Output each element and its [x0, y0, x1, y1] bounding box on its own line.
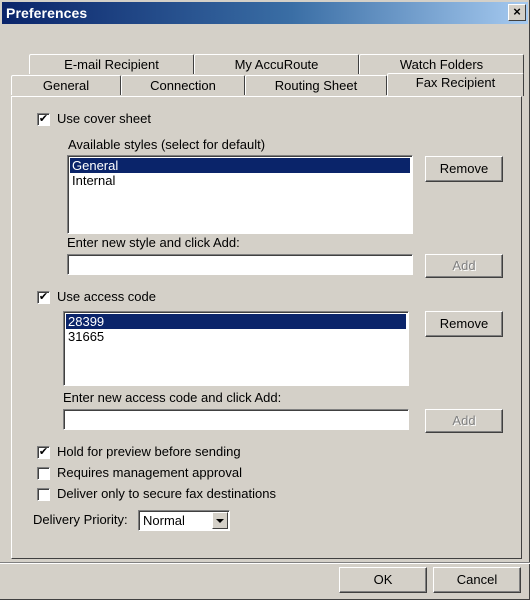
fax-recipient-panel: ✔ Use cover sheet Available styles (sele… — [11, 96, 522, 559]
tab-email-recipient[interactable]: E-mail Recipient — [29, 54, 194, 74]
remove-access-code-button[interactable]: Remove — [425, 311, 503, 337]
add-style-button[interactable]: Add — [425, 254, 503, 278]
available-styles-label: Available styles (select for default) — [68, 137, 266, 152]
cancel-button[interactable]: Cancel — [433, 567, 521, 593]
hold-preview-checkbox[interactable]: ✔ — [37, 446, 50, 459]
tab-label: E-mail Recipient — [64, 57, 159, 72]
tab-label: My AccuRoute — [234, 57, 319, 72]
management-approval-checkbox[interactable] — [37, 467, 50, 480]
tab-label: Connection — [150, 78, 216, 93]
list-item[interactable]: General — [70, 158, 410, 173]
select-value: Normal — [143, 513, 185, 528]
button-label: Add — [452, 413, 476, 428]
close-button[interactable]: × — [508, 4, 526, 21]
title-bar[interactable]: Preferences × — [2, 2, 528, 24]
new-access-code-label: Enter new access code and click Add: — [63, 390, 282, 405]
tab-routing-sheet[interactable]: Routing Sheet — [245, 75, 387, 95]
button-label: Remove — [439, 316, 489, 331]
use-access-code-label: Use access code — [57, 289, 156, 304]
button-label: Remove — [439, 161, 489, 176]
close-icon: × — [513, 4, 521, 19]
dialog-title: Preferences — [6, 5, 88, 21]
list-item[interactable]: Internal — [70, 173, 410, 188]
remove-style-button[interactable]: Remove — [425, 156, 503, 182]
new-access-code-input[interactable] — [63, 409, 409, 430]
preferences-dialog: Preferences × E-mail Recipient My AccuRo… — [0, 0, 530, 600]
tab-label: Watch Folders — [399, 57, 484, 72]
tab-label: Fax Recipient — [415, 75, 496, 90]
tab-watch-folders[interactable]: Watch Folders — [359, 54, 524, 74]
use-cover-sheet-label: Use cover sheet — [57, 111, 151, 126]
tab-label: Routing Sheet — [274, 78, 358, 93]
button-label: OK — [373, 572, 393, 587]
button-label: Add — [452, 258, 476, 273]
new-style-input[interactable] — [67, 254, 413, 275]
styles-listbox[interactable]: General Internal — [67, 155, 413, 234]
ok-button[interactable]: OK — [339, 567, 427, 593]
delivery-priority-label: Delivery Priority: — [33, 512, 128, 527]
footer-divider — [0, 562, 530, 564]
button-label: Cancel — [456, 572, 498, 587]
access-codes-listbox[interactable]: 28399 31665 — [63, 311, 409, 386]
use-access-code-checkbox[interactable]: ✔ — [37, 291, 50, 304]
add-access-code-button[interactable]: Add — [425, 409, 503, 433]
chevron-down-icon[interactable] — [212, 512, 228, 529]
list-item[interactable]: 28399 — [66, 314, 406, 329]
tab-fax-recipient[interactable]: Fax Recipient — [387, 73, 524, 96]
checkmark-icon: ✔ — [38, 446, 49, 458]
tab-my-accuroute[interactable]: My AccuRoute — [194, 54, 359, 74]
delivery-priority-select[interactable]: Normal — [138, 510, 230, 531]
list-item[interactable]: 31665 — [66, 329, 406, 344]
secure-fax-label: Deliver only to secure fax destinations — [57, 486, 276, 501]
checkmark-icon: ✔ — [38, 113, 49, 125]
new-style-label: Enter new style and click Add: — [67, 235, 240, 250]
use-cover-sheet-checkbox[interactable]: ✔ — [37, 113, 50, 126]
tab-label: General — [42, 78, 90, 93]
management-approval-label: Requires management approval — [57, 465, 242, 480]
checkmark-icon: ✔ — [38, 291, 49, 303]
tab-general[interactable]: General — [11, 75, 121, 95]
secure-fax-checkbox[interactable] — [37, 488, 50, 501]
hold-preview-label: Hold for preview before sending — [57, 444, 241, 459]
tab-connection[interactable]: Connection — [121, 75, 245, 95]
